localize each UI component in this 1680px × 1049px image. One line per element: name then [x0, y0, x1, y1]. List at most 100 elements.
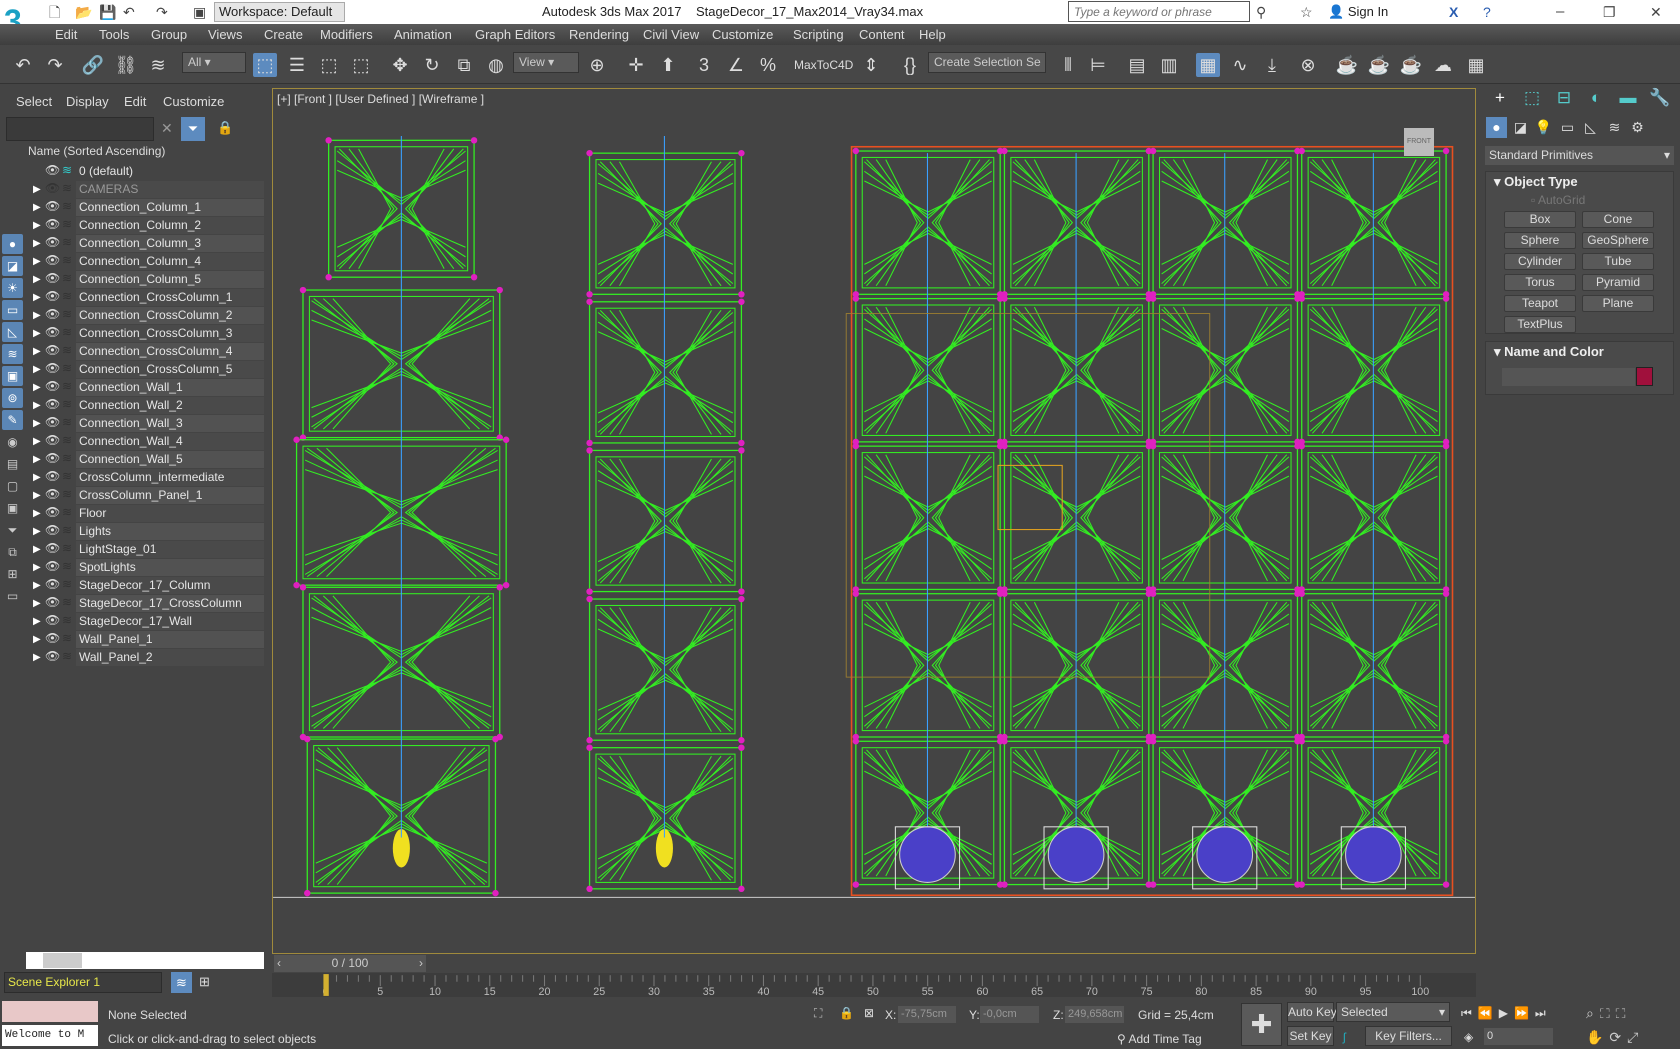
scene-item[interactable]: ▶ 👁 ≋ Connection_CrossColumn_1: [26, 289, 264, 307]
scene-item[interactable]: ▶ 👁 ≋ Connection_CrossColumn_2: [26, 307, 264, 325]
workspace-dropdown[interactable]: Workspace: Default: [214, 2, 345, 22]
expand-arrow-icon[interactable]: ▶: [33, 434, 41, 449]
rendered-frame-window-icon[interactable]: ☕: [1367, 53, 1391, 77]
expand-arrow-icon[interactable]: ▶: [33, 344, 41, 359]
redo-icon[interactable]: ↷: [156, 3, 168, 21]
menu-rendering[interactable]: Rendering: [569, 27, 629, 42]
explorer-menu-select[interactable]: Select: [16, 94, 52, 109]
visibility-eye-icon[interactable]: 👁: [45, 523, 60, 538]
menu-group[interactable]: Group: [151, 27, 187, 42]
scene-item[interactable]: ▶ 👁 ≋ Connection_Wall_2: [26, 397, 264, 415]
expand-arrow-icon[interactable]: ▶: [33, 488, 41, 503]
new-file-icon[interactable]: 🗋: [49, 3, 60, 21]
key-filters-button[interactable]: Key Filters...: [1365, 1026, 1452, 1046]
viewport-navigation-controls-2[interactable]: ✋⟳⤢: [1586, 1030, 1644, 1044]
select-by-name-icon[interactable]: ☰: [285, 53, 309, 77]
tab-display-icon[interactable]: ▬: [1614, 86, 1642, 110]
visibility-eye-icon[interactable]: 👁: [45, 289, 60, 304]
display-children-icon[interactable]: ⊞: [2, 564, 23, 584]
expand-arrow-icon[interactable]: ▶: [33, 182, 41, 197]
visibility-eye-icon[interactable]: 👁: [45, 217, 60, 232]
scene-item[interactable]: ▶ 👁 ≋ Wall_Panel_2: [26, 649, 264, 667]
visibility-eye-icon[interactable]: 👁: [45, 181, 60, 196]
visibility-eye-icon[interactable]: 👁: [45, 361, 60, 376]
display-containers-icon[interactable]: ◉: [2, 432, 23, 452]
rectangular-selection-icon[interactable]: ⬚: [317, 53, 341, 77]
expand-arrow-icon[interactable]: ▶: [33, 596, 41, 611]
material-editor-icon[interactable]: ⊗: [1296, 53, 1320, 77]
filter-icon[interactable]: ⏷: [181, 117, 205, 141]
help-icon[interactable]: ?: [1483, 3, 1491, 21]
time-slider[interactable]: ‹ 0 / 100 ›: [274, 955, 426, 972]
viewport-navigation-controls[interactable]: ⌕⛶⛶: [1586, 1006, 1631, 1020]
scene-item[interactable]: ▶ 👁 ≋ Connection_Wall_4: [26, 433, 264, 451]
add-time-tag-button[interactable]: ⚲ Add Time Tag: [1117, 1032, 1202, 1046]
scene-item[interactable]: ▶ 👁 ≋ SpotLights: [26, 559, 264, 577]
sign-in-button[interactable]: 👤 Sign In: [1328, 4, 1388, 20]
menu-tools[interactable]: Tools: [99, 27, 129, 42]
set-key-button[interactable]: Set Key: [1287, 1026, 1334, 1046]
visibility-eye-icon[interactable]: 👁: [45, 451, 60, 466]
playback-controls[interactable]: ⏮⏪▶⏩⏭: [1461, 1006, 1552, 1020]
display-shapes-icon[interactable]: ◪: [2, 256, 23, 276]
menu-modifiers[interactable]: Modifiers: [320, 27, 373, 42]
scene-item[interactable]: ▶ 👁 ≋ Connection_Wall_1: [26, 379, 264, 397]
display-frozen-icon[interactable]: ▤: [2, 454, 23, 474]
geometry-category-icon[interactable]: ●: [1486, 117, 1507, 138]
angle-snap-icon[interactable]: ∠: [724, 53, 748, 77]
mirror-icon[interactable]: ⫴: [1056, 53, 1080, 77]
scene-item[interactable]: ▶ 👁 ≋ Lights: [26, 523, 264, 541]
menu-graph-editors[interactable]: Graph Editors: [475, 27, 555, 42]
primitive-geosphere-button[interactable]: GeoSphere: [1582, 232, 1654, 249]
x-coordinate-field[interactable]: -75,75cm: [898, 1006, 956, 1023]
expand-arrow-icon[interactable]: ▶: [33, 236, 41, 251]
expand-arrow-icon[interactable]: ▶: [33, 452, 41, 467]
visibility-eye-icon[interactable]: 👁: [45, 325, 60, 340]
scene-item[interactable]: ▶ 👁 ≋ CrossColumn_intermediate: [26, 469, 264, 487]
scene-item[interactable]: ▶ 👁 ≋ Connection_Column_5: [26, 271, 264, 289]
scene-item[interactable]: ▶ 👁 ≋ Connection_Wall_5: [26, 451, 264, 469]
ribbon-icon[interactable]: ▦: [1196, 53, 1220, 77]
menu-content[interactable]: Content: [859, 27, 905, 42]
visibility-eye-icon[interactable]: 👁: [45, 235, 60, 250]
isolate-icon[interactable]: ⛶: [814, 1006, 822, 1020]
undo-icon[interactable]: ↶: [123, 3, 135, 21]
time-slider-handle[interactable]: [323, 974, 329, 996]
selection-filter-dropdown[interactable]: All ▾: [182, 52, 246, 73]
expand-arrow-icon[interactable]: ▶: [33, 254, 41, 269]
close-button[interactable]: ✕: [1650, 3, 1662, 21]
visibility-eye-icon[interactable]: 👁: [45, 577, 60, 592]
link-icon[interactable]: 🔗: [81, 53, 105, 77]
expand-arrow-icon[interactable]: ▶: [33, 506, 41, 521]
primitive-cone-button[interactable]: Cone: [1582, 211, 1654, 228]
helpers-category-icon[interactable]: ◺: [1580, 117, 1601, 138]
open-file-icon[interactable]: 📂: [75, 3, 92, 21]
visibility-eye-icon[interactable]: 👁: [45, 487, 60, 502]
scene-item[interactable]: ▶ 👁 ≋ CrossColumn_Panel_1: [26, 487, 264, 505]
bind-space-warp-icon[interactable]: ≋: [146, 53, 170, 77]
scene-item[interactable]: ▶ 👁 ≋ Connection_CrossColumn_5: [26, 361, 264, 379]
primitive-pyramid-button[interactable]: Pyramid: [1582, 274, 1654, 291]
maxtoc4d-button[interactable]: MaxToC4D: [794, 58, 853, 72]
visibility-eye-icon[interactable]: 👁: [45, 433, 60, 448]
space-warps-category-icon[interactable]: ≋: [1604, 117, 1625, 138]
spinner-snap-icon[interactable]: ⇕: [859, 53, 883, 77]
visibility-eye-icon[interactable]: 👁: [45, 469, 60, 484]
expand-arrow-icon[interactable]: ▶: [33, 578, 41, 593]
display-none-icon[interactable]: ⏷: [2, 520, 23, 540]
render-cloud-icon[interactable]: ☁: [1431, 53, 1455, 77]
visibility-eye-icon[interactable]: 👁: [45, 397, 60, 412]
object-type-header[interactable]: ▾ Object Type: [1494, 174, 1578, 190]
key-mode-toggle-icon[interactable]: ◈: [1464, 1030, 1473, 1044]
minimize-button[interactable]: –: [1556, 3, 1564, 21]
unlink-icon[interactable]: ⛓: [114, 53, 138, 77]
visibility-eye-icon[interactable]: 👁: [45, 505, 60, 520]
align-icon[interactable]: ⊨: [1086, 53, 1110, 77]
name-and-color-header[interactable]: ▾ Name and Color: [1494, 344, 1604, 360]
visibility-eye-icon[interactable]: 👁: [45, 649, 60, 664]
align-top-icon[interactable]: ⬆: [656, 53, 680, 77]
primitive-sphere-button[interactable]: Sphere: [1504, 232, 1576, 249]
scene-explorer-toggle-icon[interactable]: ▥: [1157, 53, 1181, 77]
menu-scripting[interactable]: Scripting: [793, 27, 844, 42]
display-groups-icon[interactable]: ▣: [2, 366, 23, 386]
